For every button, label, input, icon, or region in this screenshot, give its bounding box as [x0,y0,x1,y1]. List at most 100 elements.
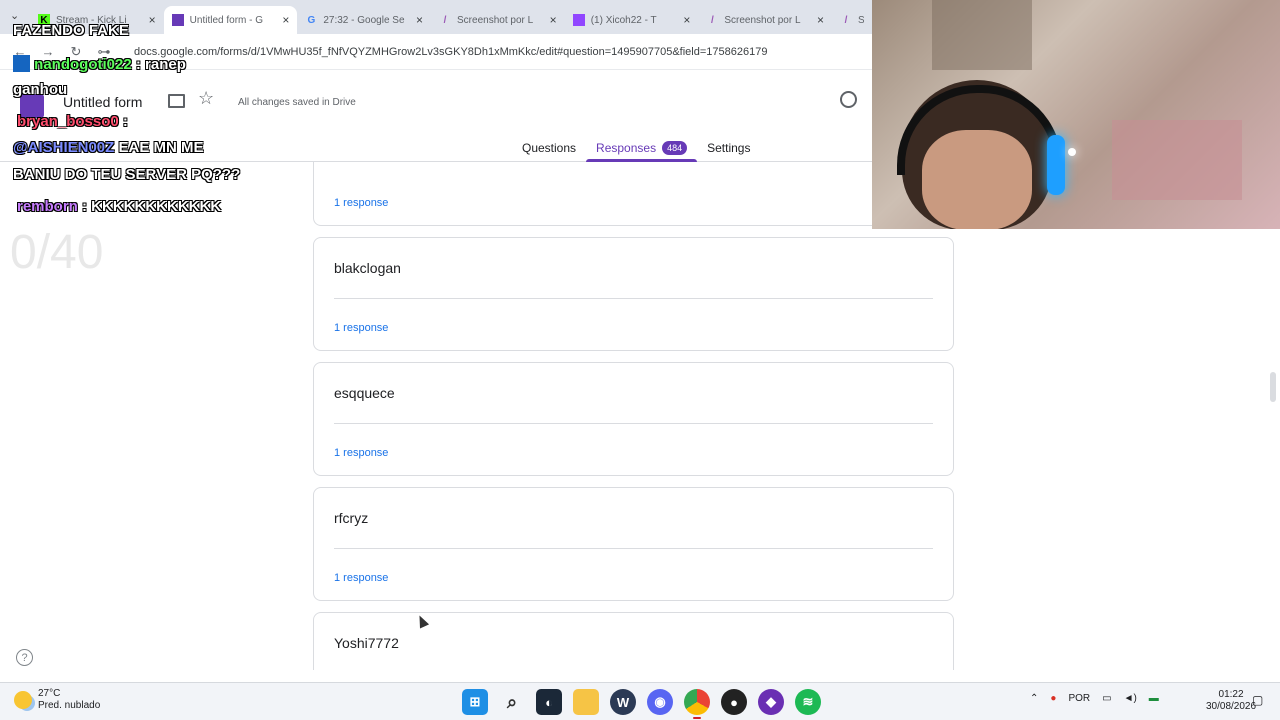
close-tab-icon[interactable]: × [550,13,557,27]
goal-counter: 0/40 [10,226,104,279]
microphone-icon[interactable]: ● [1050,693,1056,704]
response-card: blakclogan 1 response [313,237,954,351]
start-icon[interactable]: ⊞ [462,689,488,715]
language-indicator[interactable]: POR [1068,693,1090,704]
light-glare-icon [1068,148,1076,156]
browser-tab[interactable]: / Screenshot por L × [431,6,565,34]
volume-icon[interactable]: ◄) [1124,693,1137,704]
webcam-background [932,0,1032,70]
taskbar-apps: ⊞ ⌕ ◐ W ◉ ● ◆ ≋ [462,689,821,719]
browser-tab[interactable]: / Screenshot por L × [698,6,832,34]
steam-icon[interactable]: ◐ [536,689,562,715]
tab-label: Responses [596,141,657,155]
chat-message: FAZENDO FAKE [13,22,129,39]
response-count-link[interactable]: 1 response [334,572,388,584]
browser-tab[interactable]: G 27:32 - Google Se × [297,6,431,34]
response-card: esqquece 1 response [313,362,954,476]
clock[interactable]: 01:22 30/08/2026 [1206,689,1256,713]
browser-tab[interactable]: (1) Xicoh22 - T × [565,6,699,34]
weather-condition: Pred. nublado [38,700,101,711]
answer-text: Yoshi7772 [334,635,399,651]
answer-text: rfcryz [334,510,369,526]
stream-chat-overlay: FAZENDO FAKE nandogoti022 : ranep ganhou… [10,0,310,280]
headset-light-icon [1047,135,1065,195]
chat-message: bryan_bosso0 : [17,113,128,130]
responses-count-badge: 484 [662,141,688,155]
tab-title: Screenshot por L [724,14,801,26]
scrollbar-thumb[interactable] [1270,372,1276,402]
tab-settings[interactable]: Settings [697,134,760,162]
answer-text: blakclogan [334,260,401,276]
system-tray: ⌃ ● POR ▭ ◄) ▬ [1030,693,1159,704]
chat-message: remborn : KKKKKKKKKKKK [17,198,221,215]
tab-questions[interactable]: Questions [512,134,586,162]
customize-theme-icon[interactable] [840,91,857,108]
date: 30/08/2026 [1206,701,1257,712]
browser-tab[interactable]: / Sc [832,6,872,34]
response-count-link[interactable]: 1 response [334,322,388,334]
obs-icon[interactable]: ● [721,689,747,715]
tab-title: 27:32 - Google Se [323,14,405,26]
webcam-feed [872,0,1280,229]
battery-icon[interactable]: ▬ [1149,693,1159,704]
chat-message: ganhou [13,81,67,98]
chat-message: @AISHIEN00Z EAE MN ME [13,139,204,156]
webcam-background [1112,120,1242,200]
card-divider [334,548,933,549]
chat-text: : [118,113,128,130]
twitch-chat-icon[interactable]: ◆ [758,689,784,715]
tab-title: Screenshot por L [457,14,534,26]
response-card: Yoshi7772 [313,612,954,670]
chat-message: nandogoti022 : ranep [13,55,186,73]
chat-username: nandogoti022 [34,56,132,73]
tab-label: Settings [707,141,751,155]
chat-username: @AISHIEN00Z [13,139,115,156]
weather-text: 27°C Pred. nublado [38,688,100,712]
form-tabs: Questions Responses 484 Settings [512,134,760,162]
pen-favicon-icon: / [844,14,848,26]
response-count-link[interactable]: 1 response [334,197,388,209]
chrome-icon[interactable] [684,689,710,719]
answer-text: esqquece [334,385,395,401]
time: 01:22 [1218,689,1244,700]
response-card: 1 response [313,162,954,226]
taskbar: 27°C Pred. nublado ⊞ ⌕ ◐ W ◉ ● ◆ ≋ ⌃ ● P… [0,682,1280,720]
pen-favicon-icon: / [710,14,714,26]
response-count-link[interactable]: 1 response [334,447,388,459]
close-tab-icon[interactable]: × [416,13,423,27]
discord-icon[interactable]: ◉ [647,689,673,715]
close-tab-icon[interactable]: × [817,13,824,27]
weather-icon [14,691,32,709]
app-w-icon[interactable]: W [610,689,636,715]
card-divider [334,298,933,299]
chat-text: EAE MN ME [114,139,204,156]
pen-favicon-icon: / [443,14,447,26]
search-icon[interactable]: ⌕ [499,689,525,715]
weather-widget[interactable]: 27°C Pred. nublado [14,688,100,712]
temperature: 27°C [38,688,61,699]
network-icon[interactable]: ▭ [1102,693,1111,704]
chat-username: bryan_bosso0 [17,113,119,130]
tab-label: Questions [522,141,577,155]
chevron-up-icon[interactable]: ⌃ [1030,693,1038,704]
chat-text: : KKKKKKKKKKKK [77,198,222,215]
help-icon[interactable]: ? [16,649,33,666]
chat-text: ganhou [13,81,68,98]
response-card: rfcryz 1 response [313,487,954,601]
tab-title: (1) Xicoh22 - T [590,14,657,26]
close-tab-icon[interactable]: × [683,13,690,27]
chat-text: BANIU DO TEU SERVER PQ??? [13,166,241,183]
card-divider [334,423,933,424]
chat-message: BANIU DO TEU SERVER PQ??? [13,166,240,183]
twitch-favicon-icon [572,14,585,26]
badge-icon [13,55,30,72]
file-explorer-icon[interactable] [573,689,599,715]
tab-responses[interactable]: Responses 484 [586,134,698,162]
chat-text: : ranep [131,56,186,73]
notification-icon[interactable]: ▢ [1252,693,1263,707]
tab-title: Sc [858,14,865,26]
headset-icon [897,85,1062,175]
chat-username: remborn [17,198,78,215]
chat-text: FAZENDO FAKE [13,22,129,39]
spotify-icon[interactable]: ≋ [795,689,821,715]
